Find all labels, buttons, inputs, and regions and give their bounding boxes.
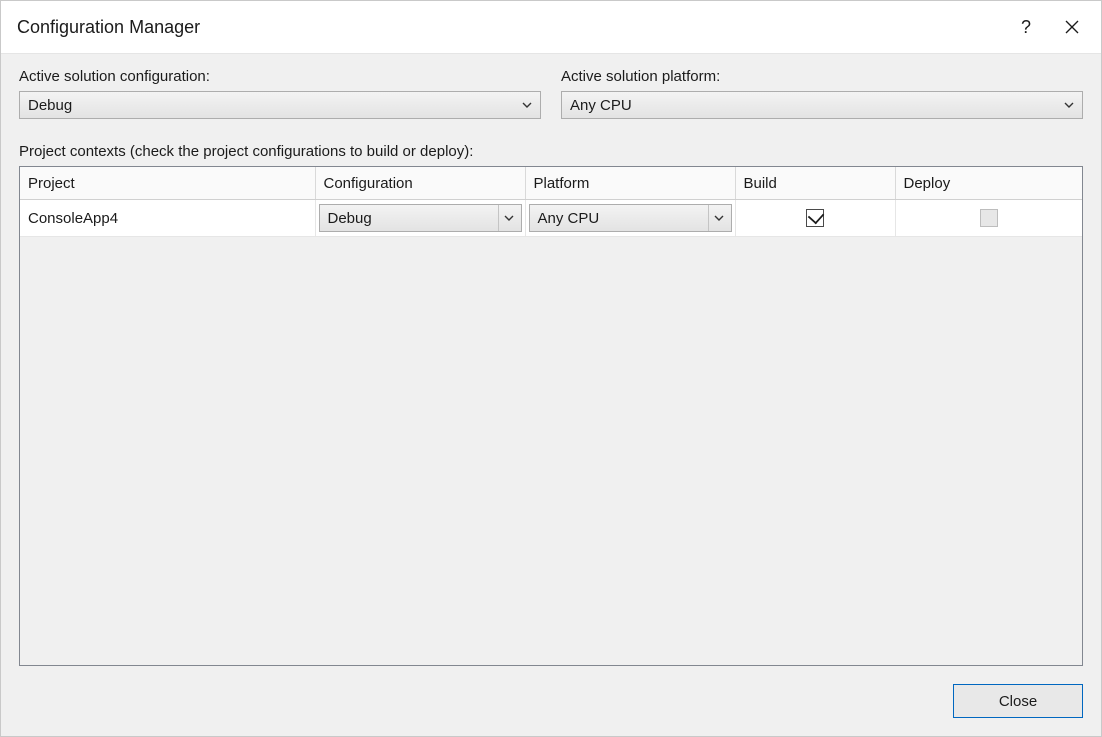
titlebar: Configuration Manager ? [1, 1, 1101, 53]
column-header-deploy[interactable]: Deploy [895, 167, 1082, 200]
configuration-manager-window: Configuration Manager ? Active solution … [0, 0, 1102, 737]
active-platform-value: Any CPU [570, 97, 1062, 114]
project-name-cell: ConsoleApp4 [20, 200, 315, 237]
active-configuration-group: Active solution configuration: Debug [19, 68, 541, 119]
close-button[interactable]: Close [953, 684, 1083, 718]
active-platform-label: Active solution platform: [561, 68, 1083, 91]
build-checkbox[interactable] [806, 209, 824, 227]
project-contexts-grid: Project Configuration Platform Build Dep… [19, 166, 1083, 666]
window-title: Configuration Manager [17, 17, 1003, 38]
close-window-button[interactable] [1049, 4, 1095, 50]
row-platform-value: Any CPU [538, 210, 704, 227]
grid-empty-area [20, 237, 1082, 665]
grid-header-row: Project Configuration Platform Build Dep… [20, 167, 1082, 200]
active-platform-dropdown[interactable]: Any CPU [561, 91, 1083, 119]
chevron-down-icon [498, 205, 519, 231]
project-contexts-label: Project contexts (check the project conf… [19, 143, 1083, 160]
help-button[interactable]: ? [1003, 4, 1049, 50]
dialog-body: Active solution configuration: Debug Act… [1, 53, 1101, 736]
active-configuration-dropdown[interactable]: Debug [19, 91, 541, 119]
chevron-down-icon [520, 98, 534, 112]
deploy-checkbox [980, 209, 998, 227]
column-header-platform[interactable]: Platform [525, 167, 735, 200]
active-configuration-label: Active solution configuration: [19, 68, 541, 91]
row-configuration-dropdown[interactable]: Debug [319, 204, 522, 232]
project-row: ConsoleApp4 Debug Any CPU [20, 200, 1082, 237]
chevron-down-icon [1062, 98, 1076, 112]
row-configuration-value: Debug [328, 210, 494, 227]
column-header-project[interactable]: Project [20, 167, 315, 200]
active-configuration-value: Debug [28, 97, 520, 114]
close-icon [1065, 20, 1079, 34]
column-header-configuration[interactable]: Configuration [315, 167, 525, 200]
column-header-build[interactable]: Build [735, 167, 895, 200]
chevron-down-icon [708, 205, 729, 231]
dialog-footer: Close [19, 666, 1083, 718]
row-platform-dropdown[interactable]: Any CPU [529, 204, 732, 232]
active-platform-group: Active solution platform: Any CPU [561, 68, 1083, 119]
solution-selectors-row: Active solution configuration: Debug Act… [19, 68, 1083, 119]
